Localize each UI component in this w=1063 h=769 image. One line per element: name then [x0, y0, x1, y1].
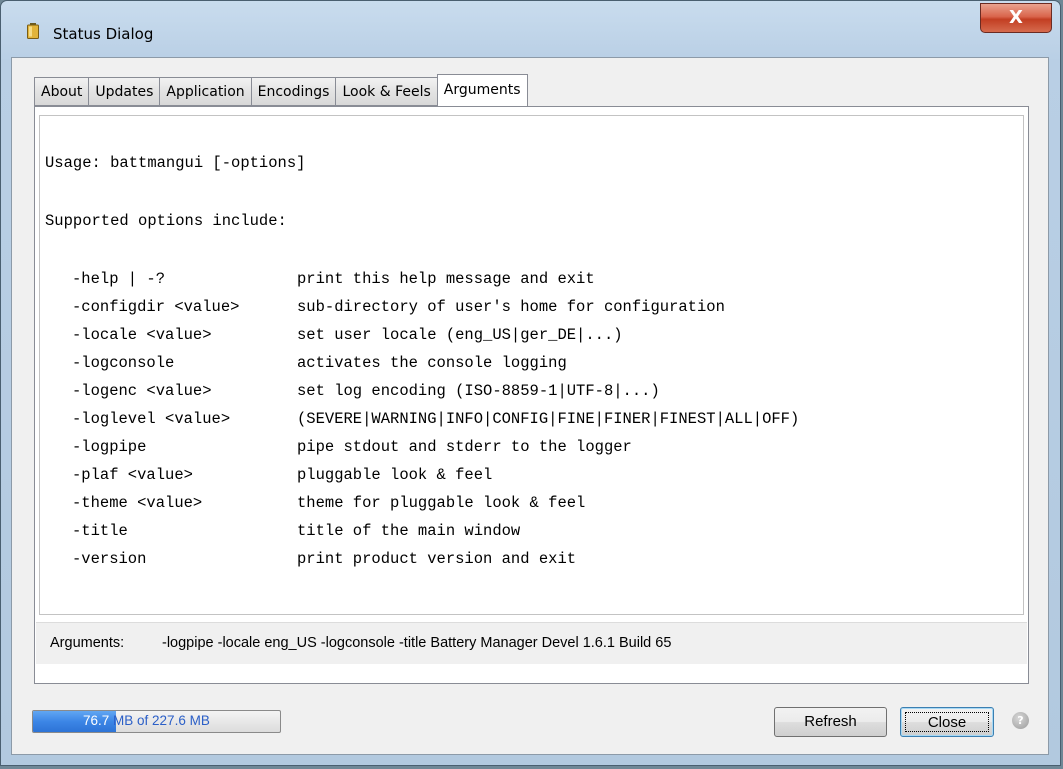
- usage-text-area[interactable]: Usage: battmangui [-options] Supported o…: [39, 115, 1024, 615]
- option-name: -title: [72, 522, 128, 540]
- option-description: title of the main window: [297, 522, 521, 540]
- arguments-panel: Usage: battmangui [-options] Supported o…: [34, 106, 1029, 684]
- window-close-button[interactable]: X: [980, 3, 1052, 33]
- tab-bar: About Updates Application Encodings Look…: [34, 74, 528, 107]
- option-row: -version print product version and exit: [72, 550, 576, 574]
- option-description: pipe stdout and stderr to the logger: [297, 438, 632, 456]
- option-row: -logenc <value> set log encoding (ISO-88…: [72, 382, 660, 406]
- option-name: -configdir <value>: [72, 298, 240, 316]
- option-name: -version: [72, 550, 147, 568]
- option-name: -plaf <value>: [72, 466, 193, 484]
- option-description: theme for pluggable look & feel: [297, 494, 586, 512]
- supported-options-heading: Supported options include:: [45, 212, 287, 230]
- memory-total-text: MB of 227.6 MB: [109, 713, 210, 728]
- option-description: sub-directory of user's home for configu…: [297, 298, 725, 316]
- option-description: pluggable look & feel: [297, 466, 493, 484]
- memory-usage-text: 76.7 MB of 227.6 MB: [83, 713, 210, 728]
- title-bar[interactable]: Status Dialog X: [1, 1, 1060, 57]
- option-row: -logpipe pipe stdout and stderr to the l…: [72, 438, 632, 462]
- option-name: -loglevel <value>: [72, 410, 231, 428]
- option-row: -theme <value> theme for pluggable look …: [72, 494, 585, 518]
- close-icon: X: [1009, 7, 1023, 28]
- option-name: -theme <value>: [72, 494, 203, 512]
- option-name: -locale <value>: [72, 326, 212, 344]
- arguments-value: -logpipe -locale eng_US -logconsole -tit…: [162, 635, 672, 651]
- tab-arguments[interactable]: Arguments: [436, 74, 528, 107]
- option-row: -logconsole activates the console loggin…: [72, 354, 567, 378]
- option-row: -plaf <value> pluggable look & feel: [72, 466, 492, 490]
- tab-about[interactable]: About: [34, 77, 89, 106]
- option-row: -locale <value> set user locale (eng_US|…: [72, 326, 623, 350]
- option-name: -help | -?: [72, 270, 166, 288]
- option-row: -title title of the main window: [72, 522, 520, 546]
- option-description: set log encoding (ISO-8859-1|UTF-8|...): [297, 382, 660, 400]
- tab-updates[interactable]: Updates: [88, 77, 160, 106]
- usage-line: Usage: battmangui [-options]: [45, 154, 306, 172]
- option-row: -loglevel <value> (SEVERE|WARNING|INFO|C…: [72, 410, 799, 434]
- close-button[interactable]: Close: [900, 707, 994, 737]
- window-title: Status Dialog: [53, 25, 154, 43]
- option-name: -logenc <value>: [72, 382, 212, 400]
- option-description: print this help message and exit: [297, 270, 595, 288]
- battery-icon: [27, 23, 39, 39]
- memory-usage-bar[interactable]: 76.7 MB of 227.6 MB: [32, 710, 281, 733]
- tab-look-and-feels[interactable]: Look & Feels: [335, 77, 438, 106]
- dialog-content: About Updates Application Encodings Look…: [11, 57, 1049, 755]
- option-description: (SEVERE|WARNING|INFO|CONFIG|FINE|FINER|F…: [297, 410, 800, 428]
- option-name: -logpipe: [72, 438, 147, 456]
- arguments-status-bar: Arguments: -logpipe -locale eng_US -logc…: [36, 622, 1027, 664]
- arguments-label: Arguments:: [50, 635, 125, 651]
- tab-encodings[interactable]: Encodings: [250, 77, 336, 106]
- option-description: print product version and exit: [297, 550, 577, 568]
- option-row: -configdir <value> sub-directory of user…: [72, 298, 725, 322]
- option-row: -help | -? print this help message and e…: [72, 270, 595, 294]
- option-name: -logconsole: [72, 354, 175, 372]
- status-dialog-window: Status Dialog X About Updates Applicatio…: [0, 0, 1061, 766]
- option-description: activates the console logging: [297, 354, 567, 372]
- option-description: set user locale (eng_US|ger_DE|...): [297, 326, 623, 344]
- close-button-label: Close: [905, 712, 989, 732]
- tab-application[interactable]: Application: [159, 77, 251, 106]
- refresh-button[interactable]: Refresh: [774, 707, 887, 737]
- memory-used-value: 76.7: [83, 713, 110, 728]
- help-icon[interactable]: ?: [1012, 712, 1029, 729]
